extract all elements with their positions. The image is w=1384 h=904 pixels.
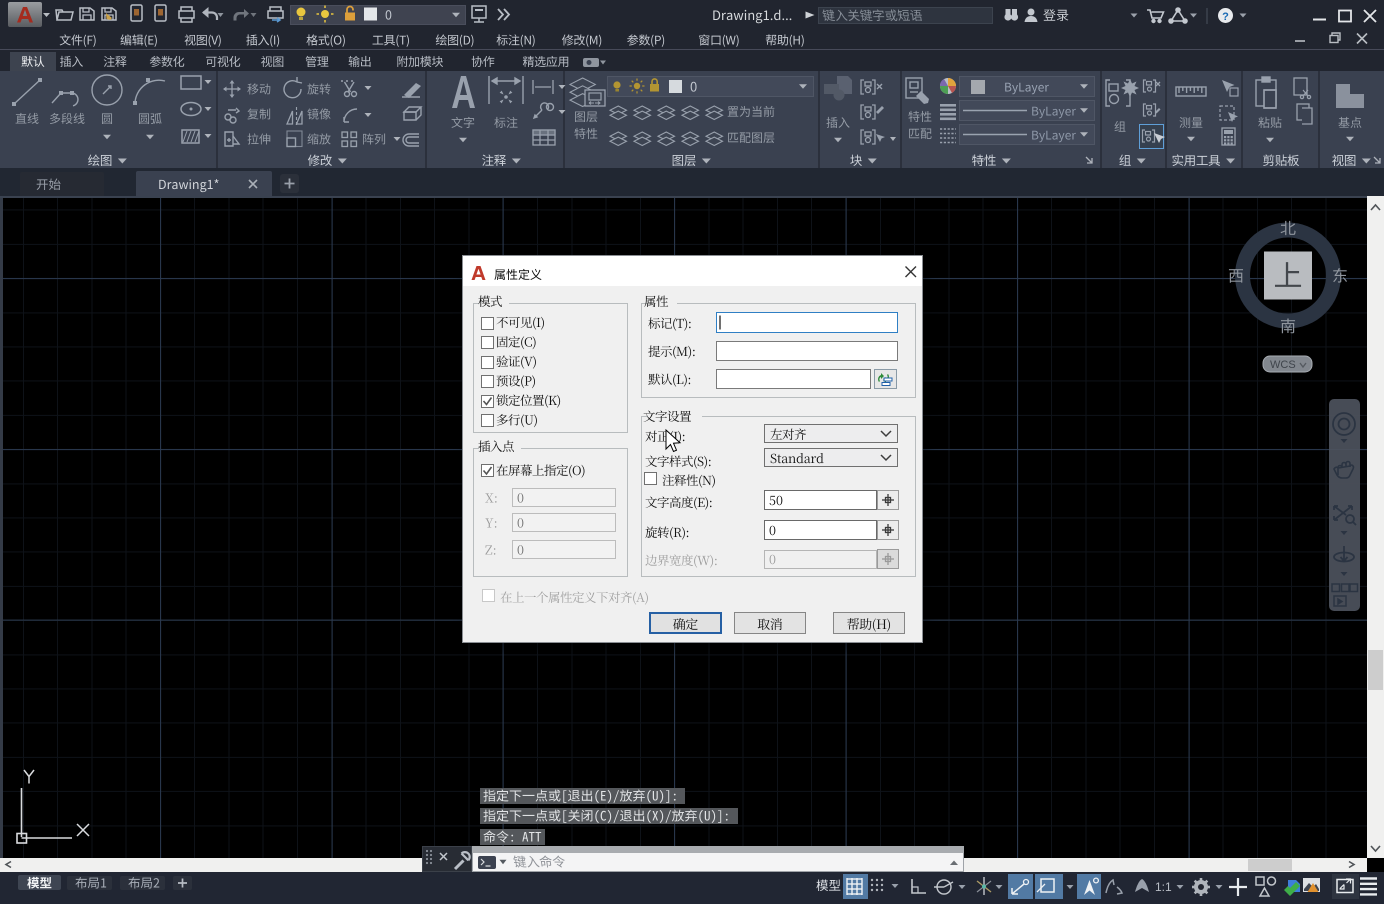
svg-text:WCS: WCS: [1270, 359, 1296, 371]
svg-text:1:1: 1:1: [1155, 880, 1172, 894]
svg-text:?: ?: [1222, 11, 1229, 23]
